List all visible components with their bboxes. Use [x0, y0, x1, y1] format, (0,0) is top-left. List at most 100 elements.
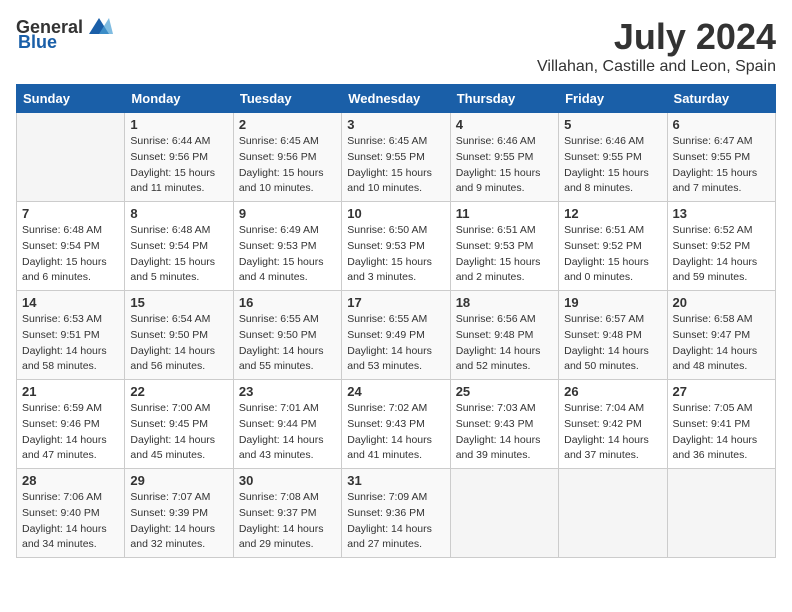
daylight-text: Daylight: 14 hours and 52 minutes. — [456, 345, 541, 373]
calendar-cell: 27Sunrise: 7:05 AMSunset: 9:41 PMDayligh… — [667, 380, 775, 469]
sunset-text: Sunset: 9:55 PM — [456, 151, 534, 163]
sunset-text: Sunset: 9:53 PM — [239, 240, 317, 252]
sunset-text: Sunset: 9:52 PM — [673, 240, 751, 252]
calendar-cell — [559, 469, 667, 558]
sunrise-text: Sunrise: 6:55 AM — [347, 313, 427, 325]
day-info: Sunrise: 6:45 AMSunset: 9:55 PMDaylight:… — [347, 134, 444, 197]
calendar-cell: 8Sunrise: 6:48 AMSunset: 9:54 PMDaylight… — [125, 202, 233, 291]
day-info: Sunrise: 6:52 AMSunset: 9:52 PMDaylight:… — [673, 223, 770, 286]
sunset-text: Sunset: 9:50 PM — [130, 329, 208, 341]
logo-icon — [85, 16, 113, 38]
calendar-cell — [17, 113, 125, 202]
daylight-text: Daylight: 14 hours and 34 minutes. — [22, 523, 107, 551]
day-info: Sunrise: 6:58 AMSunset: 9:47 PMDaylight:… — [673, 312, 770, 375]
daylight-text: Daylight: 14 hours and 47 minutes. — [22, 434, 107, 462]
day-info: Sunrise: 6:55 AMSunset: 9:50 PMDaylight:… — [239, 312, 336, 375]
calendar-cell: 3Sunrise: 6:45 AMSunset: 9:55 PMDaylight… — [342, 113, 450, 202]
daylight-text: Daylight: 14 hours and 55 minutes. — [239, 345, 324, 373]
day-number: 31 — [347, 473, 444, 488]
sunrise-text: Sunrise: 7:06 AM — [22, 491, 102, 503]
day-number: 13 — [673, 206, 770, 221]
daylight-text: Daylight: 14 hours and 45 minutes. — [130, 434, 215, 462]
day-info: Sunrise: 7:03 AMSunset: 9:43 PMDaylight:… — [456, 401, 553, 464]
daylight-text: Daylight: 14 hours and 36 minutes. — [673, 434, 758, 462]
daylight-text: Daylight: 14 hours and 58 minutes. — [22, 345, 107, 373]
day-number: 19 — [564, 295, 661, 310]
sunset-text: Sunset: 9:40 PM — [22, 507, 100, 519]
sunrise-text: Sunrise: 7:02 AM — [347, 402, 427, 414]
daylight-text: Daylight: 14 hours and 53 minutes. — [347, 345, 432, 373]
day-number: 10 — [347, 206, 444, 221]
daylight-text: Daylight: 15 hours and 0 minutes. — [564, 256, 649, 284]
title-block: July 2024 Villahan, Castille and Leon, S… — [537, 16, 776, 76]
calendar-cell: 6 Sunrise: 6:47 AMSunset: 9:55 PMDaylight… — [667, 113, 775, 202]
daylight-text: Daylight: 14 hours and 39 minutes. — [456, 434, 541, 462]
day-number: 23 — [239, 384, 336, 399]
day-number: 16 — [239, 295, 336, 310]
daylight-text: Daylight: 14 hours and 56 minutes. — [130, 345, 215, 373]
day-info: Sunrise: 6:47 AMSunset: 9:55 PMDaylight:… — [673, 134, 770, 197]
day-info: Sunrise: 7:01 AMSunset: 9:44 PMDaylight:… — [239, 401, 336, 464]
sunset-text: Sunset: 9:48 PM — [564, 329, 642, 341]
day-number: 4 — [456, 117, 553, 132]
calendar-cell — [450, 469, 558, 558]
day-info: Sunrise: 6:59 AMSunset: 9:46 PMDaylight:… — [22, 401, 119, 464]
day-info: Sunrise: 6:46 AMSunset: 9:55 PMDaylight:… — [456, 134, 553, 197]
daylight-text: Daylight: 15 hours and 4 minutes. — [239, 256, 324, 284]
daylight-text: Daylight: 14 hours and 27 minutes. — [347, 523, 432, 551]
weekday-header-friday: Friday — [559, 85, 667, 113]
sunset-text: Sunset: 9:52 PM — [564, 240, 642, 252]
sunrise-text: Sunrise: 7:04 AM — [564, 402, 644, 414]
sunrise-text: Sunrise: 6:57 AM — [564, 313, 644, 325]
day-number: 15 — [130, 295, 227, 310]
sunset-text: Sunset: 9:53 PM — [347, 240, 425, 252]
day-info: Sunrise: 6:51 AMSunset: 9:53 PMDaylight:… — [456, 223, 553, 286]
calendar-cell: 11Sunrise: 6:51 AMSunset: 9:53 PMDayligh… — [450, 202, 558, 291]
sunset-text: Sunset: 9:43 PM — [347, 418, 425, 430]
calendar-cell: 14Sunrise: 6:53 AMSunset: 9:51 PMDayligh… — [17, 291, 125, 380]
sunset-text: Sunset: 9:54 PM — [130, 240, 208, 252]
calendar-cell: 30Sunrise: 7:08 AMSunset: 9:37 PMDayligh… — [233, 469, 341, 558]
sunset-text: Sunset: 9:49 PM — [347, 329, 425, 341]
sunrise-text: Sunrise: 6:50 AM — [347, 224, 427, 236]
sunrise-text: Sunrise: 6:53 AM — [22, 313, 102, 325]
sunrise-text: Sunrise: 6:45 AM — [239, 135, 319, 147]
calendar-cell: 22Sunrise: 7:00 AMSunset: 9:45 PMDayligh… — [125, 380, 233, 469]
sunset-text: Sunset: 9:51 PM — [22, 329, 100, 341]
daylight-text: Daylight: 14 hours and 59 minutes. — [673, 256, 758, 284]
sunrise-text: Sunrise: 6:56 AM — [456, 313, 536, 325]
day-info: Sunrise: 6:48 AMSunset: 9:54 PMDaylight:… — [22, 223, 119, 286]
calendar-cell: 10Sunrise: 6:50 AMSunset: 9:53 PMDayligh… — [342, 202, 450, 291]
weekday-header-sunday: Sunday — [17, 85, 125, 113]
sunset-text: Sunset: 9:44 PM — [239, 418, 317, 430]
sunset-text: Sunset: 9:37 PM — [239, 507, 317, 519]
sunrise-text: Sunrise: 6:58 AM — [673, 313, 753, 325]
sunset-text: Sunset: 9:50 PM — [239, 329, 317, 341]
day-info: Sunrise: 6:50 AMSunset: 9:53 PMDaylight:… — [347, 223, 444, 286]
calendar-cell: 15Sunrise: 6:54 AMSunset: 9:50 PMDayligh… — [125, 291, 233, 380]
daylight-text: Daylight: 15 hours and 10 minutes. — [239, 167, 324, 195]
day-info: Sunrise: 6:44 AMSunset: 9:56 PMDaylight:… — [130, 134, 227, 197]
daylight-text: Daylight: 15 hours and 9 minutes. — [456, 167, 541, 195]
day-number: 12 — [564, 206, 661, 221]
weekday-header-wednesday: Wednesday — [342, 85, 450, 113]
weekday-header-tuesday: Tuesday — [233, 85, 341, 113]
calendar-cell: 17Sunrise: 6:55 AMSunset: 9:49 PMDayligh… — [342, 291, 450, 380]
sunrise-text: Sunrise: 6:46 AM — [564, 135, 644, 147]
day-number: 6 — [673, 117, 770, 132]
day-info: Sunrise: 7:06 AM Sunset: 9:40 PM Daylight:… — [22, 490, 119, 553]
sunset-text: Sunset: 9:53 PM — [456, 240, 534, 252]
weekday-header-saturday: Saturday — [667, 85, 775, 113]
day-number: 30 — [239, 473, 336, 488]
subtitle: Villahan, Castille and Leon, Spain — [537, 58, 776, 76]
sunset-text: Sunset: 9:56 PM — [130, 151, 208, 163]
weekday-header-thursday: Thursday — [450, 85, 558, 113]
day-number: 18 — [456, 295, 553, 310]
day-info: Sunrise: 7:04 AMSunset: 9:42 PMDaylight:… — [564, 401, 661, 464]
day-number: 22 — [130, 384, 227, 399]
week-row-4: 21Sunrise: 6:59 AMSunset: 9:46 PMDayligh… — [17, 380, 776, 469]
weekday-header-row: SundayMondayTuesdayWednesdayThursdayFrid… — [17, 85, 776, 113]
sunrise-text: Sunrise: 7:07 AM — [130, 491, 210, 503]
daylight-text: Daylight: 14 hours and 29 minutes. — [239, 523, 324, 551]
day-info: Sunrise: 6:45 AMSunset: 9:56 PMDaylight:… — [239, 134, 336, 197]
